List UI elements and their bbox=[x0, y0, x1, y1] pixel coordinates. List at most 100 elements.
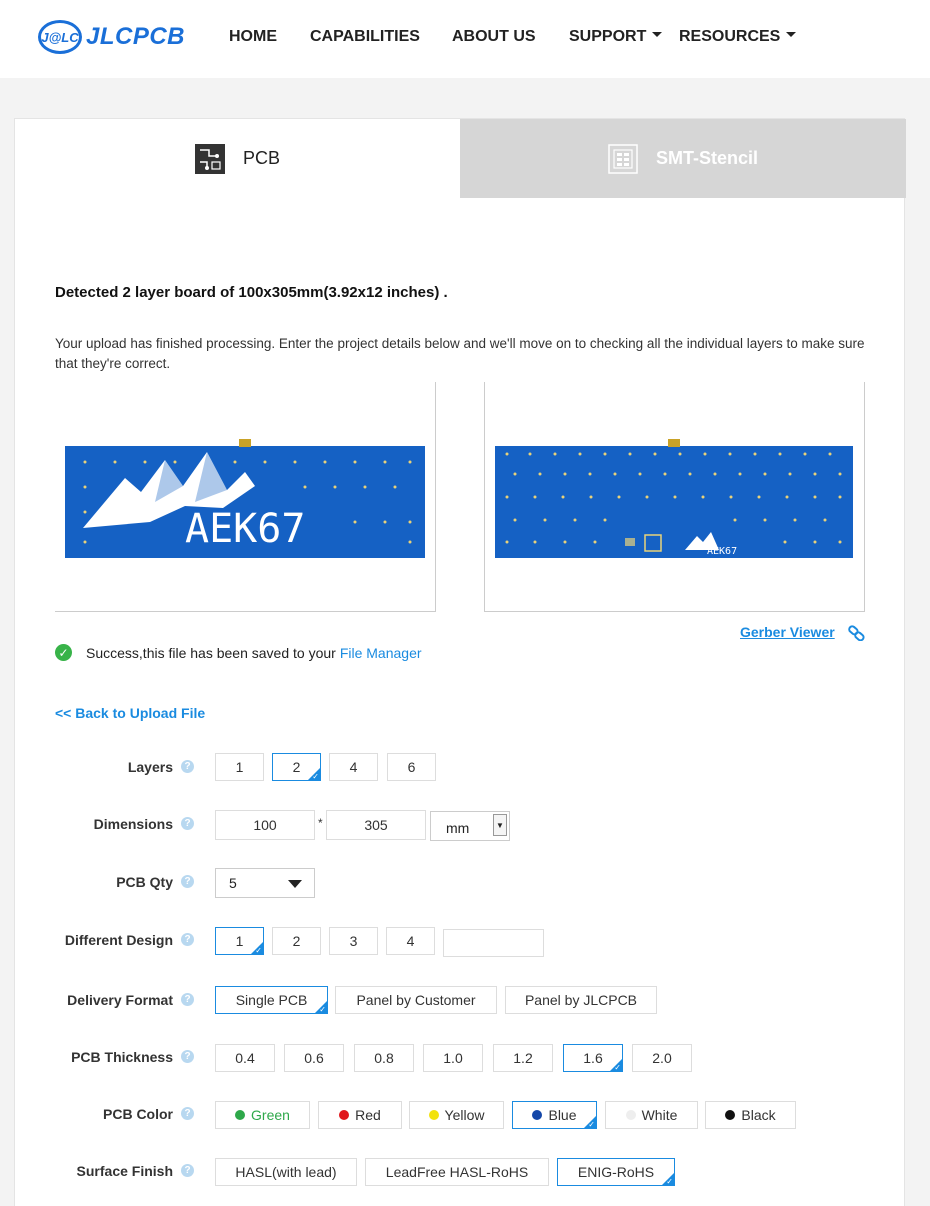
chevron-down-icon bbox=[288, 880, 302, 888]
finish-hasl-with-lead[interactable]: HASL(with lead) bbox=[215, 1158, 357, 1186]
dimension-unit-select[interactable]: mm ▼ bbox=[430, 811, 510, 841]
design-option-4[interactable]: 4 bbox=[386, 927, 435, 955]
nav-support[interactable]: SUPPORT bbox=[569, 28, 663, 46]
color-option-yellow[interactable]: Yellow bbox=[409, 1101, 504, 1129]
success-message: ✓ Success,this file has been saved to yo… bbox=[55, 644, 422, 661]
help-icon[interactable]: ? bbox=[181, 1107, 194, 1120]
color-swatch bbox=[235, 1110, 246, 1120]
nav-about-us[interactable]: ABOUT US bbox=[452, 28, 536, 46]
nav-resources[interactable]: RESOURCES bbox=[679, 28, 797, 46]
color-option-blue[interactable]: Blue bbox=[512, 1101, 597, 1129]
different-design-label: Different Design bbox=[64, 932, 173, 948]
nav-label: RESOURCES bbox=[679, 28, 781, 45]
layers-label: Layers bbox=[127, 759, 173, 775]
tab-smt-stencil[interactable]: SMT-Stencil bbox=[460, 119, 906, 198]
chevron-down-icon: ▼ bbox=[493, 814, 507, 836]
color-label: White bbox=[641, 1107, 678, 1123]
color-label: Black bbox=[741, 1107, 776, 1123]
layers-option-2[interactable]: 2 bbox=[272, 753, 321, 781]
pcb-top-preview: AEK67 bbox=[55, 382, 436, 612]
nav-label: CAPABILITIES bbox=[310, 28, 420, 45]
design-custom-input[interactable] bbox=[443, 929, 544, 957]
delivery-single-pcb[interactable]: Single PCB bbox=[215, 986, 328, 1014]
nav-label: HOME bbox=[229, 28, 277, 45]
help-icon[interactable]: ? bbox=[181, 1164, 194, 1177]
gerber-viewer-link[interactable]: Gerber Viewer bbox=[740, 624, 835, 640]
color-option-red[interactable]: Red bbox=[318, 1101, 402, 1129]
detected-board-heading: Detected 2 layer board of 100x305mm(3.92… bbox=[55, 284, 448, 301]
pcb-bottom-image: AEK67 bbox=[495, 439, 853, 558]
layers-option-4[interactable]: 4 bbox=[329, 753, 378, 781]
thickness-option-1.6[interactable]: 1.6 bbox=[563, 1044, 623, 1072]
help-icon[interactable]: ? bbox=[181, 933, 194, 946]
thickness-option-2.0[interactable]: 2.0 bbox=[632, 1044, 692, 1072]
design-option-3[interactable]: 3 bbox=[329, 927, 378, 955]
delivery-format-label: Delivery Format bbox=[67, 992, 173, 1008]
success-text: Success,this file has been saved to your bbox=[86, 644, 336, 661]
pcb-qty-label: PCB Qty bbox=[116, 874, 173, 890]
thickness-option-1.2[interactable]: 1.2 bbox=[493, 1044, 553, 1072]
color-option-green[interactable]: Green bbox=[215, 1101, 310, 1129]
tab-pcb[interactable]: PCB bbox=[15, 119, 460, 198]
finish-leadfree-hasl[interactable]: LeadFree HASL-RoHS bbox=[365, 1158, 549, 1186]
nav-label: SUPPORT bbox=[569, 28, 647, 45]
back-to-upload-link[interactable]: << Back to Upload File bbox=[55, 705, 205, 721]
thickness-option-1.0[interactable]: 1.0 bbox=[423, 1044, 483, 1072]
stencil-icon bbox=[608, 143, 638, 174]
unit-value: mm bbox=[446, 820, 470, 836]
logo-text: JLCPCB bbox=[86, 23, 186, 50]
help-icon[interactable]: ? bbox=[181, 993, 194, 1006]
pcb-icon bbox=[194, 143, 225, 174]
pcb-qty-value: 5 bbox=[229, 875, 237, 891]
design-option-1[interactable]: 1 bbox=[215, 927, 264, 955]
color-label: Yellow bbox=[444, 1107, 485, 1123]
design-option-2[interactable]: 2 bbox=[272, 927, 321, 955]
layers-option-1[interactable]: 1 bbox=[215, 753, 264, 781]
help-icon[interactable]: ? bbox=[181, 760, 194, 773]
help-icon[interactable]: ? bbox=[181, 817, 194, 830]
logo-badge: J@LC bbox=[38, 20, 82, 54]
color-swatch bbox=[532, 1110, 543, 1120]
nav-capabilities[interactable]: CAPABILITIES bbox=[310, 28, 420, 46]
pcb-top-image: AEK67 bbox=[65, 439, 425, 558]
pcb-silkscreen-text: AEK67 bbox=[185, 506, 305, 552]
layers-option-6[interactable]: 6 bbox=[387, 753, 436, 781]
delivery-panel-by-customer[interactable]: Panel by Customer bbox=[335, 986, 497, 1014]
pcb-bottom-preview: AEK67 bbox=[484, 382, 865, 612]
help-icon[interactable]: ? bbox=[181, 1050, 194, 1063]
color-option-black[interactable]: Black bbox=[705, 1101, 796, 1129]
color-label: Blue bbox=[548, 1107, 577, 1123]
thickness-option-0.4[interactable]: 0.4 bbox=[215, 1044, 275, 1072]
help-icon[interactable]: ? bbox=[181, 875, 194, 888]
nav-label: ABOUT US bbox=[452, 28, 536, 45]
upload-message: Your upload has finished processing. Ent… bbox=[55, 336, 865, 371]
jlcpcb-logo[interactable]: J@LC JLCPCB bbox=[38, 18, 185, 56]
dimension-width-input[interactable]: 100 bbox=[215, 810, 315, 840]
quote-card: PCB SMT-Stencil Detected 2 layer board o… bbox=[14, 118, 906, 1206]
color-label: Red bbox=[355, 1107, 381, 1123]
dimension-separator: * bbox=[318, 816, 323, 830]
finish-enig-rohs[interactable]: ENIG-RoHS bbox=[557, 1158, 675, 1186]
thickness-option-0.6[interactable]: 0.6 bbox=[284, 1044, 344, 1072]
check-circle-icon: ✓ bbox=[55, 644, 72, 661]
nav-home[interactable]: HOME bbox=[229, 28, 277, 46]
dimensions-label: Dimensions bbox=[93, 816, 173, 832]
dimension-height-input[interactable]: 305 bbox=[326, 810, 426, 840]
chevron-down-icon bbox=[652, 32, 663, 38]
chevron-down-icon bbox=[786, 32, 797, 38]
tab-label: PCB bbox=[242, 148, 280, 168]
pcb-color-label: PCB Color bbox=[103, 1106, 173, 1122]
surface-finish-label: Surface Finish bbox=[76, 1163, 173, 1179]
color-option-white[interactable]: White bbox=[605, 1101, 698, 1129]
delivery-panel-by-jlcpcb[interactable]: Panel by JLCPCB bbox=[505, 986, 657, 1014]
pcb-qty-select[interactable]: 5 bbox=[215, 868, 315, 898]
tab-label: SMT-Stencil bbox=[655, 148, 758, 168]
color-swatch bbox=[725, 1110, 736, 1120]
color-swatch bbox=[339, 1110, 350, 1120]
file-manager-link[interactable]: File Manager bbox=[340, 645, 422, 661]
pcb-thickness-label: PCB Thickness bbox=[71, 1049, 173, 1065]
color-swatch bbox=[625, 1110, 636, 1120]
thickness-option-0.8[interactable]: 0.8 bbox=[354, 1044, 414, 1072]
link-icon[interactable] bbox=[848, 625, 866, 641]
pcb-bottom-silkscreen: AEK67 bbox=[707, 546, 737, 557]
